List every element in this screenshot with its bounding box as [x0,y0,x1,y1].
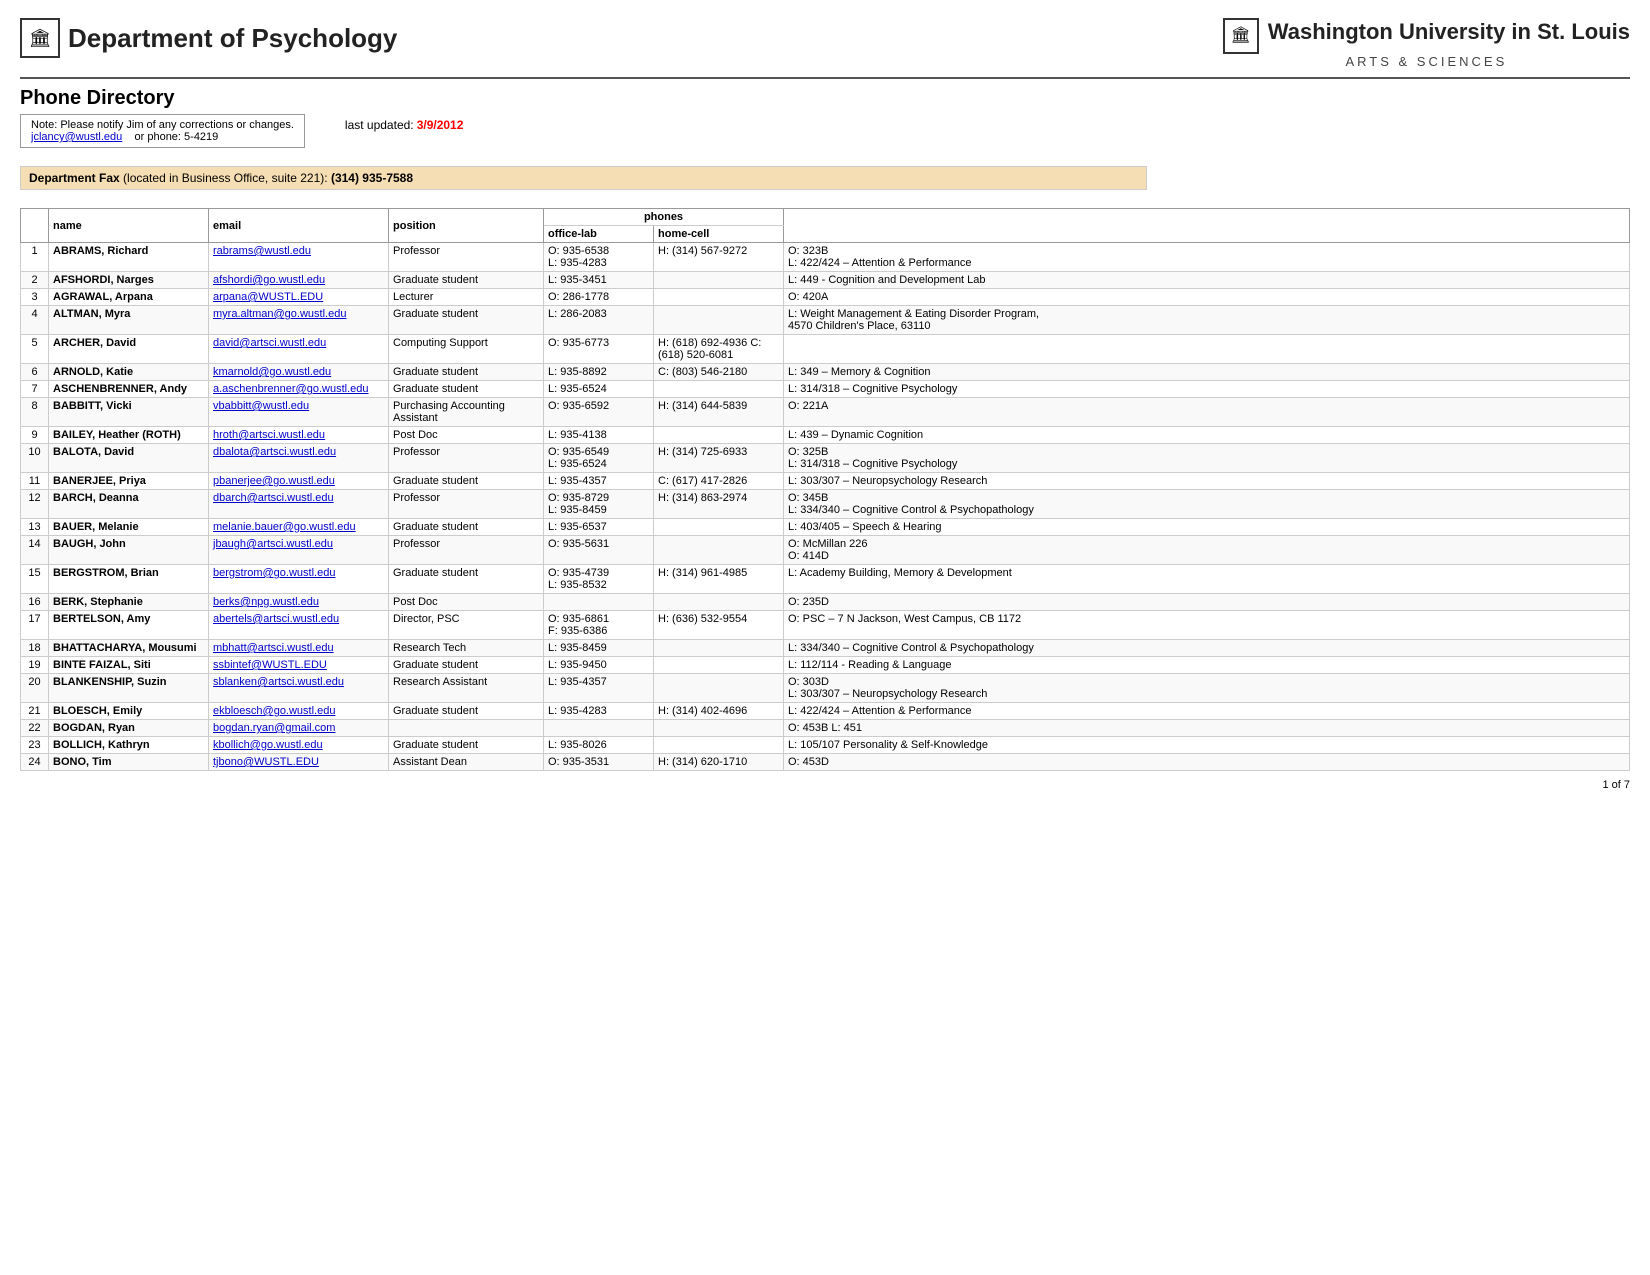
col-header-email: email [209,209,389,243]
table-row: 17BERTELSON, Amyabertels@artsci.wustl.ed… [21,611,1630,640]
col-header-position: position [389,209,544,243]
email-link[interactable]: kbollich@go.wustl.edu [213,739,323,751]
table-row: 20BLANKENSHIP, Suzinsblanken@artsci.wust… [21,674,1630,703]
univ-logo-area: 🏛 Washington University in St. Louis ART… [1223,18,1630,69]
header-row-wrapper: Note: Please notify Jim of any correctio… [20,114,1630,152]
dept-title: Department of Psychology [68,23,397,54]
email-link[interactable]: vbabbitt@wustl.edu [213,400,309,412]
email-link[interactable]: bogdan.ryan@gmail.com [213,722,335,734]
table-row: 3AGRAWAL, Arpanaarpana@WUSTL.EDULecturer… [21,289,1630,306]
univ-sub: ARTS & SCIENCES [1223,54,1630,69]
table-row: 23BOLLICH, Kathrynkbollich@go.wustl.eduG… [21,737,1630,754]
email-link[interactable]: a.aschenbrenner@go.wustl.edu [213,383,369,395]
col-header-name: name [49,209,209,243]
email-link[interactable]: berks@npg.wustl.edu [213,596,319,608]
email-link[interactable]: afshordi@go.wustl.edu [213,274,325,286]
last-updated-date: 3/9/2012 [417,118,464,132]
col-header-office-lab: office-lab [544,226,654,243]
fax-number: (314) 935-7588 [331,171,413,185]
table-row: 19BINTE FAIZAL, Sitissbintef@WUSTL.EDUGr… [21,657,1630,674]
email-link[interactable]: ssbintef@WUSTL.EDU [213,659,327,671]
table-row: 24BONO, Timtjbono@WUSTL.EDUAssistant Dea… [21,754,1630,771]
note-text: Note: Please notify Jim of any correctio… [31,119,294,131]
table-row: 14BAUGH, Johnjbaugh@artsci.wustl.eduProf… [21,536,1630,565]
dept-logo-area: 🏛 Department of Psychology [20,18,397,58]
email-link[interactable]: rabrams@wustl.edu [213,245,311,257]
table-row: 9BAILEY, Heather (ROTH)hroth@artsci.wust… [21,427,1630,444]
dept-logo-icon: 🏛 [20,18,60,58]
table-row: 4ALTMAN, Myramyra.altman@go.wustl.eduGra… [21,306,1630,335]
contact-email-link[interactable]: jclancy@wustl.edu [31,131,122,143]
univ-name: Washington University in St. Louis [1268,19,1630,44]
page-number: 1 of 7 [20,779,1630,791]
col-header-home-cell: home-cell [654,226,784,243]
last-updated-label: last updated: [345,118,414,132]
table-row: 10BALOTA, Daviddbalota@artsci.wustl.eduP… [21,444,1630,473]
table-row: 15BERGSTROM, Brianbergstrom@go.wustl.edu… [21,565,1630,594]
table-row: 13BAUER, Melaniemelanie.bauer@go.wustl.e… [21,519,1630,536]
email-link[interactable]: bergstrom@go.wustl.edu [213,567,335,579]
table-row: 8BABBITT, Vickivbabbitt@wustl.eduPurchas… [21,398,1630,427]
table-row: 22BOGDAN, Ryanbogdan.ryan@gmail.comO: 45… [21,720,1630,737]
table-row: 12BARCH, Deannadbarch@artsci.wustl.eduPr… [21,490,1630,519]
contact-phone: or phone: 5-4219 [135,131,219,143]
email-link[interactable]: dbarch@artsci.wustl.edu [213,492,334,504]
phones-group-header: phones [544,209,784,226]
table-row: 6ARNOLD, Katiekmarnold@go.wustl.eduGradu… [21,364,1630,381]
directory-table: name email position phones office-lab ho… [20,208,1630,771]
table-row: 11BANERJEE, Priyapbanerjee@go.wustl.eduG… [21,473,1630,490]
table-row: 21BLOESCH, Emilyekbloesch@go.wustl.eduGr… [21,703,1630,720]
email-link[interactable]: melanie.bauer@go.wustl.edu [213,521,356,533]
email-link[interactable]: dbalota@artsci.wustl.edu [213,446,336,458]
email-link[interactable]: sblanken@artsci.wustl.edu [213,676,344,688]
note-box: Note: Please notify Jim of any correctio… [20,114,305,148]
table-row: 18BHATTACHARYA, Mousumimbhatt@artsci.wus… [21,640,1630,657]
table-row: 7ASCHENBRENNER, Andya.aschenbrenner@go.w… [21,381,1630,398]
header-section: 🏛 Department of Psychology 🏛 Washington … [20,10,1630,79]
fax-bar: Department Fax (located in Business Offi… [20,166,1147,190]
email-link[interactable]: abertels@artsci.wustl.edu [213,613,339,625]
col-header-num [21,209,49,243]
email-link[interactable]: tjbono@WUSTL.EDU [213,756,319,768]
table-row: 16BERK, Stephanieberks@npg.wustl.eduPost… [21,594,1630,611]
fax-note: (located in Business Office, suite 221): [123,171,328,185]
email-link[interactable]: myra.altman@go.wustl.edu [213,308,346,320]
col-header-room [784,209,1630,243]
email-link[interactable]: hroth@artsci.wustl.edu [213,429,325,441]
table-row: 2AFSHORDI, Nargesafshordi@go.wustl.eduGr… [21,272,1630,289]
email-link[interactable]: jbaugh@artsci.wustl.edu [213,538,333,550]
email-link[interactable]: pbanerjee@go.wustl.edu [213,475,335,487]
table-row: 5ARCHER, Daviddavid@artsci.wustl.eduComp… [21,335,1630,364]
email-link[interactable]: mbhatt@artsci.wustl.edu [213,642,334,654]
email-link[interactable]: kmarnold@go.wustl.edu [213,366,331,378]
table-row: 1ABRAMS, Richardrabrams@wustl.eduProfess… [21,243,1630,272]
email-link[interactable]: david@artsci.wustl.edu [213,337,326,349]
email-link[interactable]: ekbloesch@go.wustl.edu [213,705,335,717]
email-link[interactable]: arpana@WUSTL.EDU [213,291,323,303]
update-section: last updated: 3/9/2012 [345,118,464,132]
fax-label: Department Fax [29,171,120,185]
univ-logo-icon: 🏛 [1223,18,1259,54]
phone-directory-title: Phone Directory [20,87,1630,110]
